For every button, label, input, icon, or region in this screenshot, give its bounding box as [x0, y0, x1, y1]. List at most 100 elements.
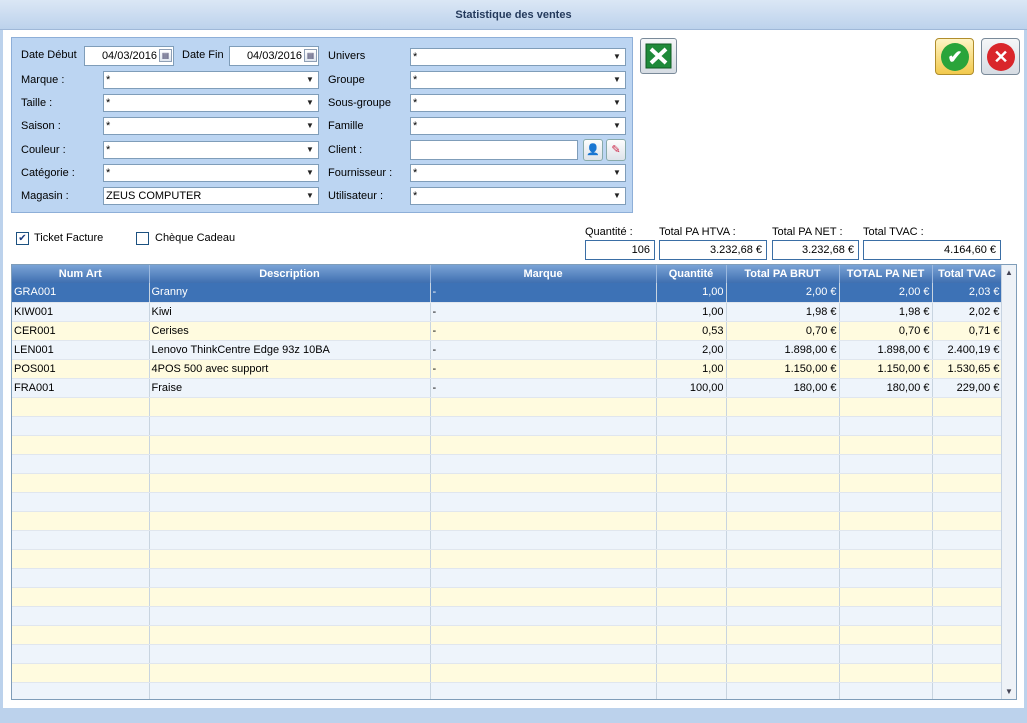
client-search-button[interactable]: 👤: [583, 139, 603, 161]
table-row[interactable]: GRA001 Granny -1,00 2,00 €2,00 €2,03 €: [12, 283, 1003, 303]
table-cell: [430, 587, 657, 607]
table-cell: [656, 663, 727, 683]
ok-button[interactable]: ✔: [935, 38, 974, 75]
chevron-down-icon[interactable]: ▼: [303, 189, 317, 203]
chevron-down-icon[interactable]: ▼: [610, 50, 624, 64]
chevron-down-icon[interactable]: ▼: [610, 96, 624, 110]
column-header[interactable]: Num Art: [12, 265, 150, 283]
categorie-select[interactable]: * ▼: [103, 164, 319, 182]
table-cell: [726, 568, 840, 588]
table-cell: [932, 530, 1003, 550]
empty-row: [12, 682, 1003, 699]
table-cell: [430, 682, 657, 699]
table-cell: [656, 416, 727, 436]
scroll-down-icon[interactable]: ▼: [1002, 684, 1016, 699]
table-cell: 1,00: [656, 283, 727, 303]
date-fin-field[interactable]: 04/03/2016 ▦: [229, 46, 319, 66]
column-header[interactable]: Quantité: [656, 265, 727, 283]
table-row[interactable]: LEN001 Lenovo ThinkCentre Edge 93z 10BA -2…: [12, 340, 1003, 360]
chevron-down-icon[interactable]: ▼: [303, 96, 317, 110]
scroll-up-icon[interactable]: ▲: [1002, 265, 1016, 280]
cancel-button[interactable]: ✕: [981, 38, 1020, 75]
column-header[interactable]: Total PA BRUT: [726, 265, 840, 283]
grid-header-row: Num Art Description Marque Quantité Total PA…: [12, 265, 1003, 283]
table-cell: [932, 568, 1003, 588]
quantite-total-field: 106: [585, 240, 655, 260]
calendar-icon[interactable]: ▦: [304, 49, 317, 62]
table-cell: [12, 511, 150, 531]
table-cell: 100,00: [656, 378, 727, 398]
column-header[interactable]: Marque: [430, 265, 657, 283]
column-header[interactable]: Total TVAC: [932, 265, 1003, 283]
table-cell: 2,00: [656, 340, 727, 360]
couleur-select[interactable]: * ▼: [103, 141, 319, 159]
table-cell: LEN001: [12, 340, 150, 360]
client-clear-button[interactable]: ✎: [606, 139, 626, 161]
taille-select[interactable]: * ▼: [103, 94, 319, 112]
sous-groupe-value: *: [413, 97, 418, 109]
table-cell: 180,00 €: [839, 378, 933, 398]
table-cell: [726, 606, 840, 626]
sous-groupe-select[interactable]: * ▼: [410, 94, 626, 112]
table-cell: [430, 416, 657, 436]
groupe-select[interactable]: * ▼: [410, 71, 626, 89]
ticket-facture-checkbox[interactable]: ✔: [16, 232, 29, 245]
utilisateur-select[interactable]: * ▼: [410, 187, 626, 205]
table-cell: POS001: [12, 359, 150, 379]
chevron-down-icon[interactable]: ▼: [610, 119, 624, 133]
table-cell: [656, 587, 727, 607]
table-row[interactable]: POS001 4POS 500 avec support -1,00 1.150,00…: [12, 359, 1003, 379]
chevron-down-icon[interactable]: ▼: [610, 73, 624, 87]
chevron-down-icon[interactable]: ▼: [303, 119, 317, 133]
column-header[interactable]: Description: [149, 265, 431, 283]
date-fin-value: 04/03/2016: [246, 50, 302, 62]
table-cell: [149, 568, 431, 588]
grid-body: GRA001 Granny -1,00 2,00 €2,00 €2,03 € KIW00…: [12, 283, 1003, 699]
vertical-scrollbar[interactable]: ▲ ▼: [1001, 265, 1016, 699]
famille-value: *: [413, 120, 418, 132]
date-debut-field[interactable]: 04/03/2016 ▦: [84, 46, 174, 66]
chevron-down-icon[interactable]: ▼: [610, 166, 624, 180]
table-cell: [726, 530, 840, 550]
table-row[interactable]: CER001 Cerises -0,53 0,70 €0,70 €0,71 €: [12, 321, 1003, 341]
chevron-down-icon[interactable]: ▼: [303, 166, 317, 180]
empty-row: [12, 454, 1003, 474]
table-row[interactable]: FRA001 Fraise -100,00 180,00 €180,00 €229,0…: [12, 378, 1003, 398]
table-cell: [430, 644, 657, 664]
table-cell: [839, 473, 933, 493]
table-cell: [149, 511, 431, 531]
table-cell: [932, 454, 1003, 474]
saison-select[interactable]: * ▼: [103, 117, 319, 135]
magasin-select[interactable]: ZEUS COMPUTER ▼: [103, 187, 319, 205]
table-cell: [430, 625, 657, 645]
marque-label: Marque :: [21, 74, 65, 86]
table-cell: [149, 682, 431, 699]
univers-label: Univers: [328, 50, 366, 62]
table-cell: 1.150,00 €: [726, 359, 840, 379]
table-cell: [932, 397, 1003, 417]
table-row[interactable]: KIW001 Kiwi -1,00 1,98 €1,98 €2,02 €: [12, 302, 1003, 322]
chevron-down-icon[interactable]: ▼: [303, 143, 317, 157]
client-input[interactable]: [410, 140, 578, 160]
empty-row: [12, 606, 1003, 626]
univers-select[interactable]: * ▼: [410, 48, 626, 66]
categorie-value: *: [106, 167, 111, 179]
table-cell: -: [430, 359, 657, 379]
cheque-cadeau-checkbox[interactable]: [136, 232, 149, 245]
fournisseur-select[interactable]: * ▼: [410, 164, 626, 182]
groupe-value: *: [413, 74, 418, 86]
table-cell: [726, 511, 840, 531]
chevron-down-icon[interactable]: ▼: [303, 73, 317, 87]
fournisseur-value: *: [413, 167, 418, 179]
marque-select[interactable]: * ▼: [103, 71, 319, 89]
window-frame-left: [0, 30, 3, 723]
table-cell: [656, 530, 727, 550]
column-header[interactable]: TOTAL PA NET: [839, 265, 933, 283]
calendar-icon[interactable]: ▦: [159, 49, 172, 62]
excel-export-button[interactable]: [640, 38, 677, 74]
table-cell: -: [430, 283, 657, 303]
utilisateur-label: Utilisateur :: [328, 190, 384, 202]
table-cell: 4POS 500 avec support: [149, 359, 431, 379]
chevron-down-icon[interactable]: ▼: [610, 189, 624, 203]
famille-select[interactable]: * ▼: [410, 117, 626, 135]
